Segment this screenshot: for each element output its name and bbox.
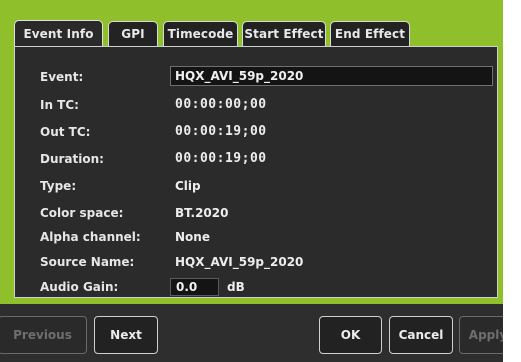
next-label: Next <box>110 328 142 342</box>
cancel-button[interactable]: Cancel <box>389 316 453 354</box>
tab-event-info[interactable]: Event Info <box>14 20 103 47</box>
event-info-panel: Event: HQX_AVI_59p_2020 In TC: 00:00:00;… <box>14 46 498 298</box>
in-tc-value: 00:00:00;00 <box>175 97 267 112</box>
alpha-channel-value: None <box>175 230 210 244</box>
previous-button[interactable]: Previous <box>0 316 87 354</box>
source-name-label: Source Name: <box>40 255 135 269</box>
tab-label: End Effect <box>334 27 406 41</box>
type-value: Clip <box>175 179 201 193</box>
button-bar: Previous Next OK Cancel Apply <box>0 304 517 362</box>
next-button[interactable]: Next <box>94 316 158 354</box>
out-tc-label: Out TC: <box>40 125 91 139</box>
tab-label: GPI <box>121 27 145 41</box>
source-name-value: HQX_AVI_59p_2020 <box>175 255 304 269</box>
event-label: Event: <box>40 70 84 84</box>
alpha-channel-label: Alpha channel: <box>40 230 141 244</box>
color-space-label: Color space: <box>40 206 124 220</box>
event-name-value: HQX_AVI_59p_2020 <box>175 69 304 83</box>
tab-label: Timecode <box>167 27 234 41</box>
duration-value: 00:00:19;00 <box>175 151 267 166</box>
tab-label: Start Effect <box>244 27 324 41</box>
apply-label: Apply <box>468 328 508 342</box>
audio-gain-input[interactable]: 0.0 <box>170 278 219 296</box>
in-tc-label: In TC: <box>40 98 79 112</box>
tab-end-effect[interactable]: End Effect <box>330 21 410 46</box>
audio-gain-unit: dB <box>227 280 245 294</box>
out-tc-value: 00:00:19;00 <box>175 124 267 139</box>
previous-label: Previous <box>13 328 72 342</box>
cancel-label: Cancel <box>398 328 444 342</box>
event-name-input[interactable]: HQX_AVI_59p_2020 <box>170 66 493 86</box>
tab-gpi[interactable]: GPI <box>108 21 158 46</box>
tab-label: Event Info <box>23 27 94 41</box>
tab-timecode[interactable]: Timecode <box>163 21 238 46</box>
color-space-value: BT.2020 <box>175 206 229 220</box>
ok-button[interactable]: OK <box>319 316 382 354</box>
dialog-frame: Event Info GPI Timecode Start Effect End… <box>0 0 517 362</box>
type-label: Type: <box>40 179 77 193</box>
tab-start-effect[interactable]: Start Effect <box>242 21 326 46</box>
audio-gain-label: Audio Gain: <box>40 280 119 294</box>
ok-label: OK <box>340 328 361 342</box>
background-strip <box>503 0 521 362</box>
duration-label: Duration: <box>40 152 104 166</box>
audio-gain-value: 0.0 <box>176 280 198 294</box>
